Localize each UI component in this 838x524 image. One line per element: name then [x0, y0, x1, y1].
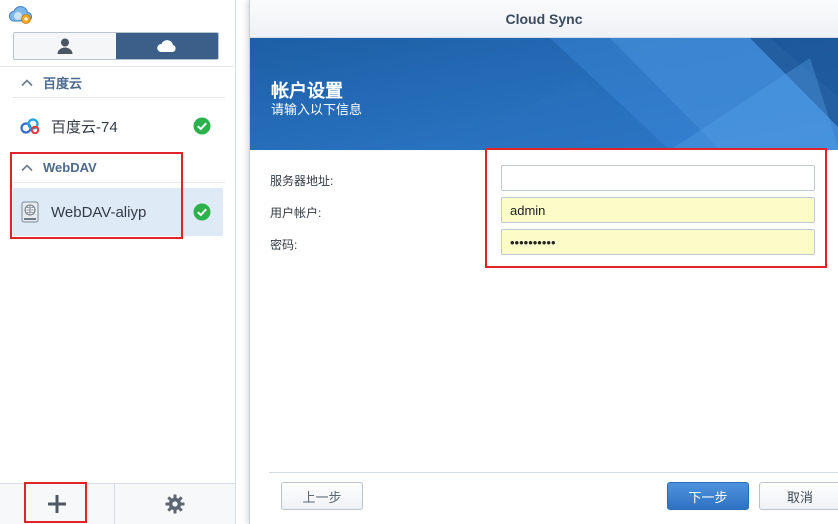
- server-address-input[interactable]: [501, 165, 815, 191]
- connection-label: 百度云-74: [51, 118, 118, 136]
- connection-item-webdav[interactable]: WebDAV-aliyp: [13, 188, 223, 236]
- baidu-cloud-icon: [19, 115, 41, 137]
- cancel-button[interactable]: 取消: [759, 482, 838, 510]
- gear-icon: [165, 494, 185, 514]
- footer-divider: [269, 472, 838, 473]
- password-label: 密码:: [270, 238, 298, 252]
- previous-button[interactable]: 上一步: [281, 482, 363, 510]
- dialog-title: Cloud Sync: [250, 0, 838, 38]
- divider: [0, 66, 234, 67]
- cloud-icon: [157, 40, 176, 52]
- banner-subtitle: 请输入以下信息: [271, 102, 363, 117]
- chevron-up-icon: [21, 78, 33, 86]
- username-input[interactable]: [501, 197, 815, 223]
- user-icon: [57, 38, 73, 54]
- user-view-tab[interactable]: [14, 33, 116, 59]
- group-title: WebDAV: [43, 160, 97, 175]
- dialog-banner: 帐户设置 请输入以下信息: [250, 38, 838, 150]
- plus-icon: [48, 495, 66, 513]
- webdav-server-icon: [19, 201, 41, 223]
- group-header-baidu[interactable]: 百度云: [13, 68, 225, 98]
- server-address-label: 服务器地址:: [270, 174, 334, 188]
- sidebar: 百度云 百度云-74 WebDAV WebDAV-aliyp: [0, 0, 236, 524]
- status-ok-icon: [193, 203, 211, 221]
- connection-item-baidu[interactable]: 百度云-74: [13, 102, 223, 150]
- cloud-sync-dialog: Cloud Sync 帐户设置 请输入以下信息 服务器地址: 用户帐户: 密码:…: [249, 0, 838, 524]
- cloud-sync-app-icon: [8, 6, 33, 24]
- view-toggle: [13, 32, 219, 60]
- settings-button[interactable]: [115, 484, 235, 524]
- group-header-webdav[interactable]: WebDAV: [13, 153, 225, 183]
- next-button[interactable]: 下一步: [667, 482, 749, 510]
- sidebar-footer: [0, 483, 235, 524]
- group-title: 百度云: [43, 76, 83, 91]
- username-label: 用户帐户:: [270, 206, 322, 220]
- connection-label: WebDAV-aliyp: [51, 203, 147, 221]
- status-ok-icon: [193, 117, 211, 135]
- cloud-view-tab[interactable]: [116, 33, 218, 59]
- add-button[interactable]: [0, 484, 115, 524]
- chevron-up-icon: [21, 163, 33, 171]
- password-input[interactable]: [501, 229, 815, 255]
